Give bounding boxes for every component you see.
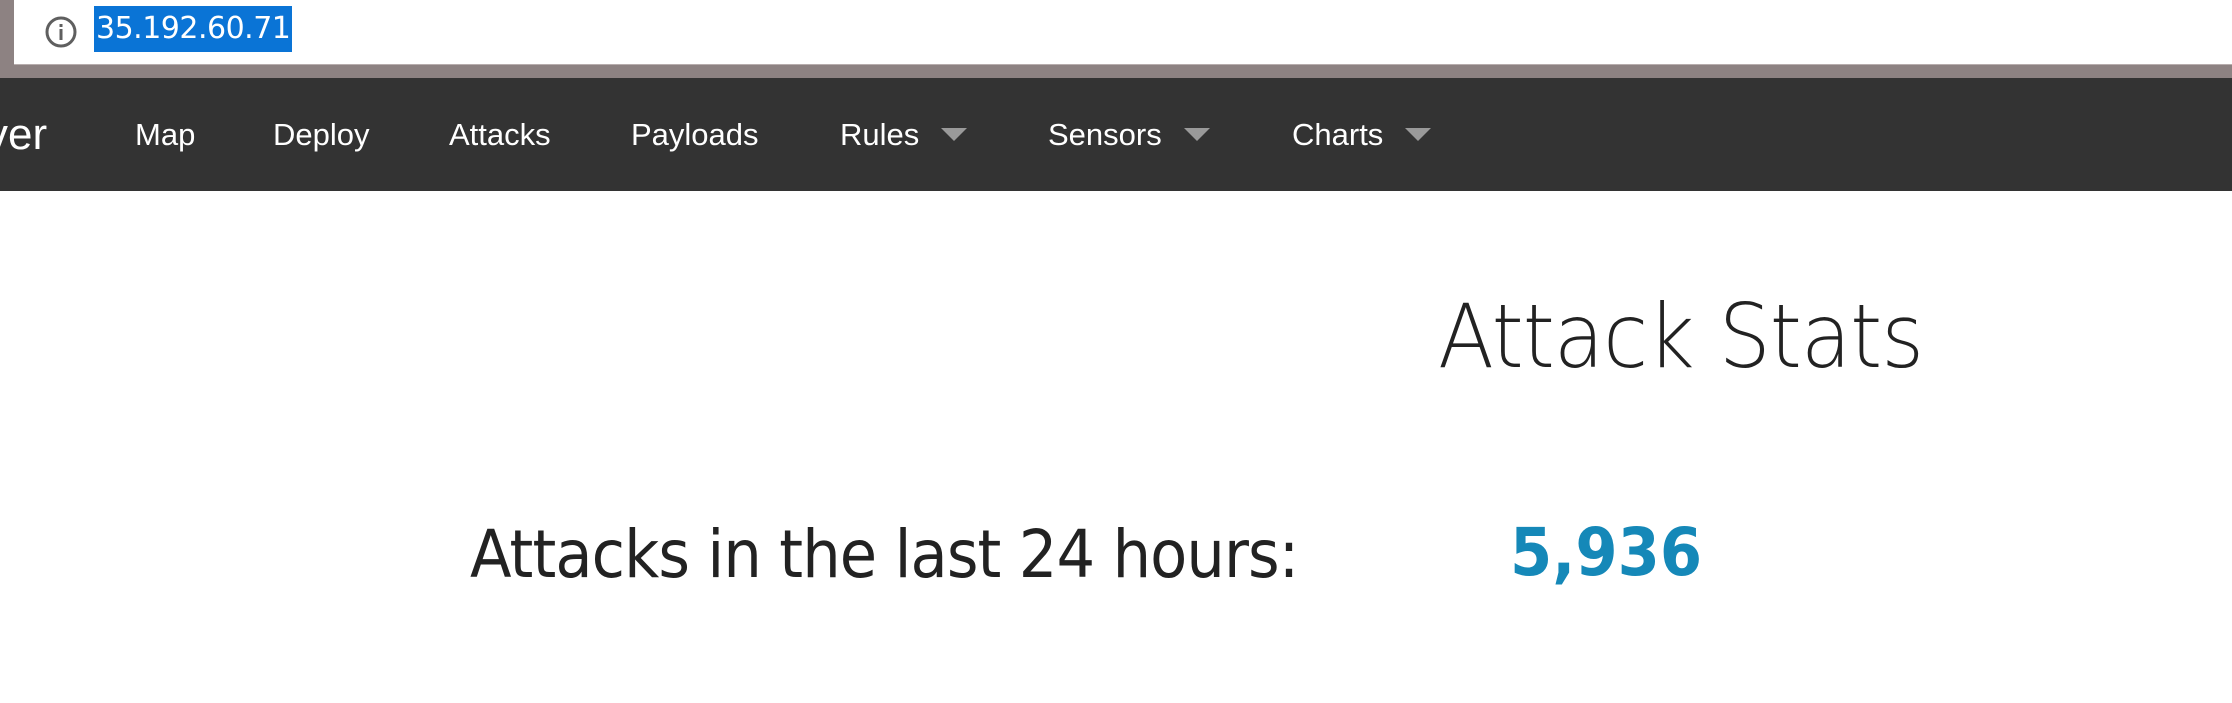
brand-logo-text[interactable]: ver [0,78,47,191]
nav-item-label: Sensors [1048,117,1162,152]
caret-down-icon [1183,128,1210,142]
nav-item-label: Rules [840,117,920,152]
nav-item-map[interactable]: Map [135,78,195,191]
nav-item-rules[interactable]: Rules [840,78,968,191]
nav-item-label: Charts [1292,117,1384,152]
nav-item-deploy[interactable]: Deploy [273,78,370,191]
url-text[interactable]: 35.192.60.71 [94,6,293,52]
page-title: Attack Stats [1438,285,1924,388]
attacks-24h-value: 5,936 [1510,514,1703,591]
nav-item-attacks[interactable]: Attacks [449,78,551,191]
caret-down-icon [1405,128,1432,142]
nav-item-payloads[interactable]: Payloads [631,78,759,191]
nav-item-label: Map [135,117,196,152]
info-icon[interactable] [44,15,78,49]
top-navbar: ver Map Deploy Attacks Payloads Rules Se… [0,78,2232,191]
nav-item-label: Payloads [631,117,759,152]
nav-item-label: Attacks [449,117,551,152]
attacks-24h-label: Attacks in the last 24 hours: [470,516,1299,593]
nav-item-sensors[interactable]: Sensors [1048,78,1210,191]
caret-down-icon [941,128,968,142]
nav-item-label: Deploy [273,117,370,152]
nav-item-charts[interactable]: Charts [1292,78,1432,191]
address-bar[interactable]: 35.192.60.71 [14,0,2232,65]
browser-chrome: 35.192.60.71 [0,0,2232,78]
